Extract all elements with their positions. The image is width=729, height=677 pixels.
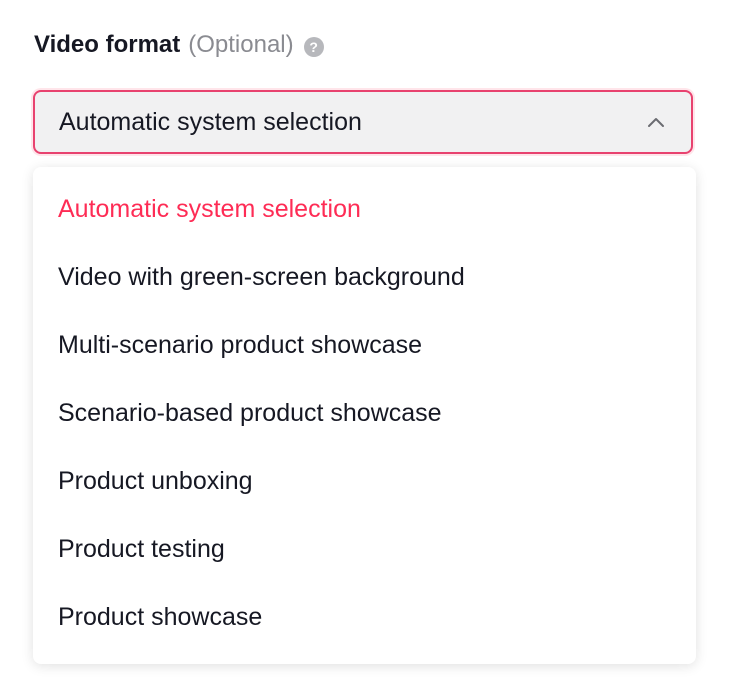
option-multi-scenario-showcase[interactable]: Multi-scenario product showcase <box>33 311 696 379</box>
chevron-up-icon[interactable] <box>645 111 667 133</box>
question-circle-icon[interactable]: ? <box>303 36 324 57</box>
field-label: Video format (Optional) ? <box>34 28 324 62</box>
option-product-testing[interactable]: Product testing <box>33 515 696 583</box>
field-title: Video format <box>34 31 181 58</box>
option-scenario-based-showcase[interactable]: Scenario-based product showcase <box>33 379 696 447</box>
optional-hint: (Optional) <box>188 31 294 58</box>
selected-value: Automatic system selection <box>59 107 362 136</box>
option-green-screen-video[interactable]: Video with green-screen background <box>33 243 696 311</box>
dropdown-menu: Automatic system selection Video with gr… <box>33 167 696 664</box>
option-product-unboxing[interactable]: Product unboxing <box>33 447 696 515</box>
video-format-select[interactable]: Automatic system selection <box>33 90 693 154</box>
option-automatic-system-selection[interactable]: Automatic system selection <box>33 175 696 243</box>
option-product-showcase[interactable]: Product showcase <box>33 583 696 651</box>
